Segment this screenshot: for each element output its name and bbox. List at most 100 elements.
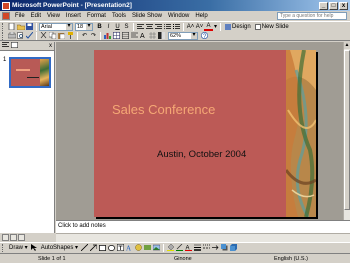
expand-all-icon[interactable] — [130, 32, 139, 40]
select-objects-icon[interactable] — [30, 244, 39, 252]
pane-tabs: x — [0, 42, 54, 51]
numbering-icon[interactable] — [163, 23, 172, 31]
toolbar-grip[interactable] — [2, 31, 5, 40]
arrow-style-icon[interactable] — [211, 244, 220, 252]
menu-file[interactable]: File — [12, 13, 28, 19]
print-icon[interactable] — [7, 32, 16, 40]
pane-close-button[interactable]: x — [49, 43, 52, 49]
slide-subtitle[interactable]: Austin, October 2004 — [157, 149, 246, 160]
line-style-icon[interactable] — [193, 244, 202, 252]
diagram-icon[interactable] — [134, 244, 143, 252]
show-formatting-icon[interactable]: A — [139, 32, 148, 40]
spelling-icon[interactable] — [25, 32, 34, 40]
open-icon[interactable] — [16, 23, 25, 31]
toolbar-grip[interactable] — [2, 243, 5, 252]
zoom-select[interactable]: 62% — [168, 31, 198, 40]
font-name-select[interactable]: Arial — [39, 22, 73, 31]
decrease-font-size-button[interactable]: A˅ — [195, 23, 204, 31]
thumbnail-subtitle-line — [27, 77, 39, 78]
grid-icon[interactable] — [148, 32, 157, 40]
notes-placeholder: Click to add notes — [58, 223, 106, 229]
shadow-button[interactable]: S — [122, 23, 131, 31]
font-color-button[interactable]: A — [204, 23, 213, 31]
menu-slide-show[interactable]: Slide Show — [129, 13, 165, 19]
menu-edit[interactable]: Edit — [28, 13, 44, 19]
undo-icon[interactable]: ↶ — [80, 32, 89, 40]
save-icon[interactable] — [25, 23, 34, 31]
bold-button[interactable]: B — [95, 23, 104, 31]
help-search-input[interactable]: Type a question for help — [277, 12, 347, 20]
toolbar-separator — [220, 22, 221, 31]
shadow-style-icon[interactable] — [220, 244, 229, 252]
notes-pane[interactable]: Click to add notes — [56, 220, 350, 233]
align-left-icon[interactable] — [136, 23, 145, 31]
menu-format[interactable]: Format — [84, 13, 109, 19]
bullets-icon[interactable] — [172, 23, 181, 31]
paste-icon[interactable] — [57, 32, 66, 40]
scroll-up-icon[interactable]: ▲ — [344, 42, 350, 49]
menu-window[interactable]: Window — [165, 13, 192, 19]
toolbar-separator — [36, 31, 37, 40]
slide-thumbnail[interactable] — [9, 57, 51, 88]
font-color-dropdown-icon[interactable]: ▾ — [213, 23, 218, 31]
align-right-icon[interactable] — [154, 23, 163, 31]
color-grayscale-icon[interactable] — [157, 32, 166, 40]
insert-table-icon[interactable] — [112, 32, 121, 40]
redo-icon[interactable]: ↷ — [89, 32, 98, 40]
menu-tools[interactable]: Tools — [109, 13, 129, 19]
tables-borders-icon[interactable] — [121, 32, 130, 40]
3d-style-icon[interactable] — [229, 244, 238, 252]
slide-title[interactable]: Sales Conference — [112, 102, 215, 117]
clip-art-icon[interactable] — [143, 244, 152, 252]
line-color-icon[interactable] — [175, 244, 184, 252]
formatting-toolbar: Arial 18 B I U S A˄ A˅ A ▾ Design New Sl… — [0, 21, 350, 31]
toolbar-grip[interactable] — [2, 22, 5, 31]
copy-icon[interactable] — [48, 32, 57, 40]
horizontal-scrollbar[interactable] — [56, 233, 350, 242]
slide-canvas[interactable]: Sales Conference Austin, October 2004 — [94, 50, 316, 217]
powerpoint-app-icon[interactable] — [2, 1, 10, 10]
minimize-button[interactable]: _ — [319, 1, 328, 10]
maximize-button[interactable]: □ — [329, 1, 338, 10]
dash-style-icon[interactable] — [202, 244, 211, 252]
print-preview-icon[interactable] — [16, 32, 25, 40]
draw-menu-button[interactable]: Draw ▾ — [7, 244, 30, 251]
align-center-icon[interactable] — [145, 23, 154, 31]
increase-font-size-button[interactable]: A˄ — [186, 23, 195, 31]
new-icon[interactable] — [7, 23, 16, 31]
help-icon[interactable]: ? — [200, 32, 209, 40]
title-bar: Microsoft PowerPoint - [Presentation2] _… — [0, 0, 350, 11]
oval-icon[interactable] — [107, 244, 116, 252]
insert-chart-icon[interactable] — [103, 32, 112, 40]
font-size-select[interactable]: 18 — [75, 22, 93, 31]
slide-show-view-icon[interactable] — [18, 234, 25, 241]
text-box-icon[interactable] — [116, 244, 125, 252]
font-color-icon[interactable]: A — [184, 244, 193, 252]
menu-help[interactable]: Help — [192, 13, 210, 19]
outline-tab-icon[interactable] — [2, 42, 9, 50]
line-icon[interactable] — [80, 244, 89, 252]
close-button[interactable]: x — [339, 1, 348, 10]
scroll-thumb[interactable] — [344, 50, 350, 210]
new-slide-button[interactable]: New Slide — [253, 23, 291, 30]
rectangle-icon[interactable] — [98, 244, 107, 252]
cut-icon[interactable] — [39, 32, 48, 40]
italic-button[interactable]: I — [104, 23, 113, 31]
design-button[interactable]: Design — [223, 23, 253, 30]
vertical-scrollbar[interactable]: ▲ — [343, 42, 350, 220]
slide-editing-area: Sales Conference Austin, October 2004 — [56, 42, 350, 233]
insert-picture-icon[interactable] — [152, 244, 161, 252]
fill-color-icon[interactable] — [166, 244, 175, 252]
wordart-icon[interactable]: A — [125, 244, 134, 252]
normal-view-icon[interactable] — [2, 234, 9, 241]
arrow-icon[interactable] — [89, 244, 98, 252]
thumbnail-title-line — [16, 69, 30, 71]
slides-tab-icon[interactable] — [11, 42, 19, 50]
autoshapes-menu-button[interactable]: AutoShapes ▾ — [39, 244, 80, 251]
document-icon[interactable] — [2, 12, 10, 20]
menu-view[interactable]: View — [44, 13, 63, 19]
slide-sorter-view-icon[interactable] — [10, 234, 17, 241]
menu-insert[interactable]: Insert — [63, 13, 84, 19]
format-painter-icon[interactable] — [66, 32, 75, 40]
underline-button[interactable]: U — [113, 23, 122, 31]
